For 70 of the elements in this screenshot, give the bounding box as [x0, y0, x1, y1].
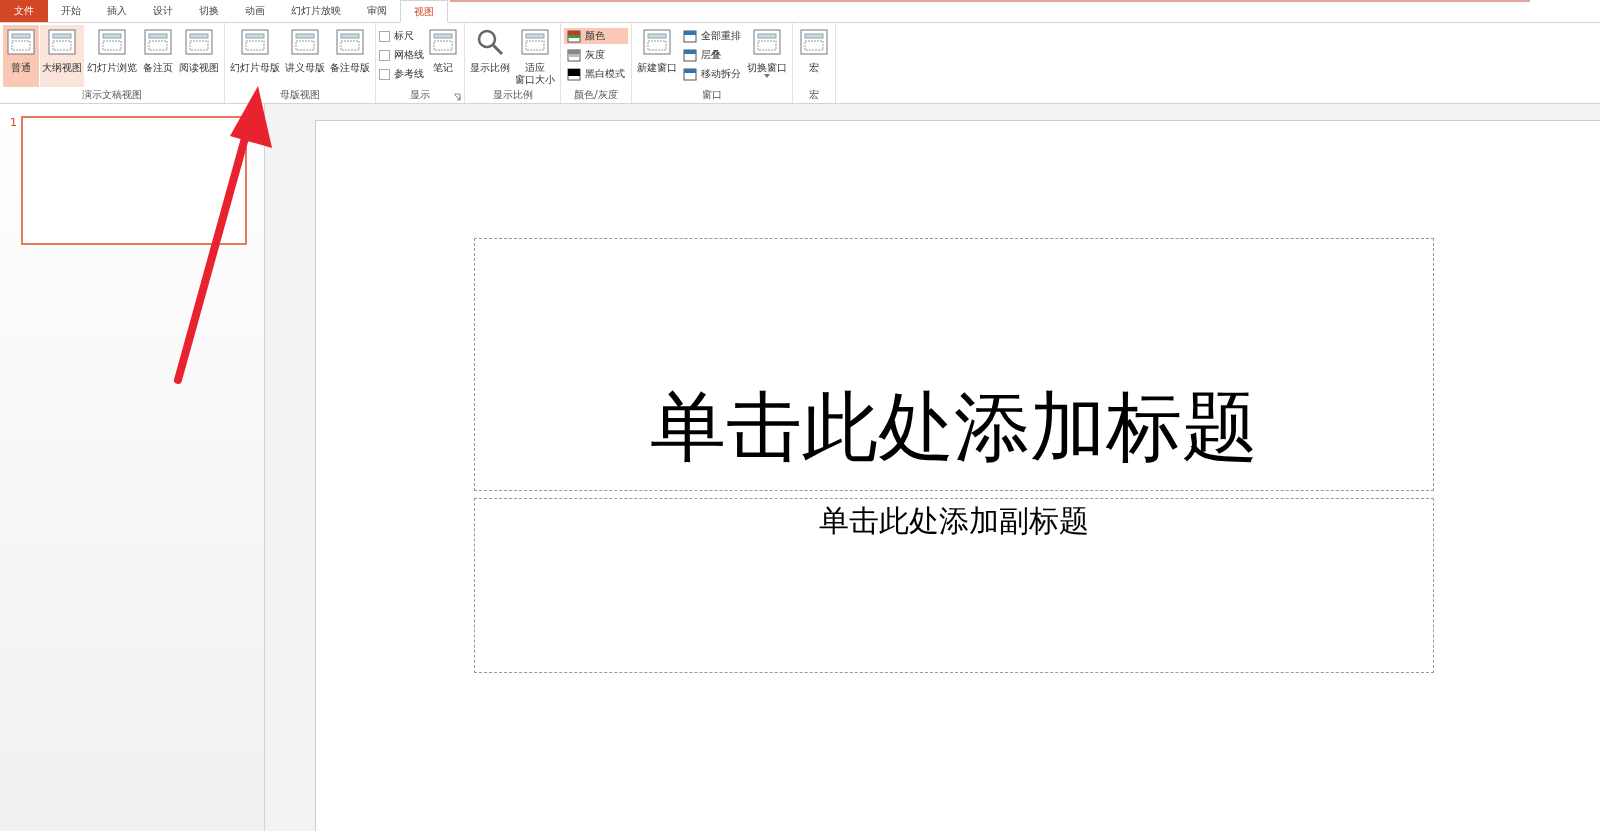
- layout-icon: [47, 27, 77, 57]
- window-icon: [567, 67, 581, 81]
- ribbon-small-button[interactable]: 灰度: [564, 47, 628, 63]
- ribbon-tab[interactable]: 切换: [186, 0, 232, 22]
- group-label: 宏: [809, 88, 819, 102]
- group-label: 显示比例: [492, 88, 533, 102]
- ribbon-button[interactable]: 备注页: [140, 25, 176, 87]
- checkbox[interactable]: [379, 68, 390, 80]
- layout-icon: [642, 27, 672, 57]
- title-placeholder[interactable]: 单击此处添加标题: [474, 238, 1434, 491]
- checkbox[interactable]: [379, 30, 390, 42]
- ribbon-button[interactable]: 幻灯片浏览: [85, 25, 139, 87]
- layout-icon: [240, 27, 270, 57]
- ribbon-tab[interactable]: 文件: [0, 0, 48, 22]
- ribbon-tab[interactable]: 设计: [140, 0, 186, 22]
- group-label: 演示文稿视图: [82, 88, 142, 102]
- window-icon: [683, 29, 697, 43]
- checkbox[interactable]: [379, 49, 390, 61]
- ribbon-small-button[interactable]: 移动拆分: [680, 66, 744, 82]
- ribbon-button[interactable]: 适应 窗口大小: [513, 25, 557, 87]
- ribbon-tab[interactable]: 插入: [94, 0, 140, 22]
- ribbon-tab[interactable]: 开始: [48, 0, 94, 22]
- slide-number: 1: [10, 116, 17, 131]
- layout-icon: [6, 27, 36, 57]
- layout-icon: [428, 27, 458, 57]
- group-label: 显示: [410, 88, 430, 102]
- ribbon-small-button[interactable]: 颜色: [564, 28, 628, 44]
- layout-icon: [97, 27, 127, 57]
- magnifier-icon: [475, 27, 505, 57]
- layout-icon: [335, 27, 365, 57]
- ribbon-small-button[interactable]: 黑白模式: [564, 66, 628, 82]
- ribbon-button[interactable]: 普通: [3, 25, 39, 87]
- window-icon: [567, 29, 581, 43]
- group-label: 母版视图: [280, 88, 320, 102]
- group-label: 颜色/灰度: [574, 88, 618, 102]
- layout-icon: [799, 27, 829, 57]
- ribbon-button[interactable]: 切换窗口: [745, 25, 789, 87]
- layout-icon: [184, 27, 214, 57]
- ribbon-tab[interactable]: 视图: [400, 0, 448, 23]
- ribbon-button[interactable]: 备注母版: [328, 25, 372, 87]
- checkbox-label: 参考线: [394, 67, 424, 81]
- ribbon-tab[interactable]: 幻灯片放映: [278, 0, 354, 22]
- caret-icon: [764, 74, 770, 78]
- ribbon-tab[interactable]: 动画: [232, 0, 278, 22]
- checkbox-label: 标尺: [394, 29, 414, 43]
- ribbon-button[interactable]: 大纲视图: [40, 25, 84, 87]
- ribbon-button[interactable]: 显示比例: [468, 25, 512, 87]
- layout-icon: [520, 27, 550, 57]
- ribbon-small-button[interactable]: 层叠: [680, 47, 744, 63]
- window-icon: [683, 48, 697, 62]
- title-placeholder-text: 单击此处添加标题: [650, 381, 1258, 473]
- ribbon-button[interactable]: 阅读视图: [177, 25, 221, 87]
- dialog-launcher-icon[interactable]: [453, 93, 461, 101]
- window-icon: [567, 48, 581, 62]
- ribbon-button[interactable]: 讲义母版: [283, 25, 327, 87]
- checkbox-label: 网格线: [394, 48, 424, 62]
- layout-icon: [143, 27, 173, 57]
- ribbon-button[interactable]: 宏: [796, 25, 832, 87]
- ribbon-tab[interactable]: 审阅: [354, 0, 400, 22]
- layout-icon: [752, 27, 782, 57]
- window-icon: [683, 67, 697, 81]
- ribbon-button[interactable]: 幻灯片母版: [228, 25, 282, 87]
- ribbon-button[interactable]: 新建窗口: [635, 25, 679, 87]
- subtitle-placeholder-text: 单击此处添加副标题: [819, 502, 1089, 540]
- ribbon-small-button[interactable]: 全部重排: [680, 28, 744, 44]
- slide-thumbnail[interactable]: [21, 116, 247, 245]
- group-label: 窗口: [702, 88, 722, 102]
- ribbon-button[interactable]: 笔记: [425, 25, 461, 87]
- layout-icon: [290, 27, 320, 57]
- subtitle-placeholder[interactable]: 单击此处添加副标题: [474, 498, 1434, 673]
